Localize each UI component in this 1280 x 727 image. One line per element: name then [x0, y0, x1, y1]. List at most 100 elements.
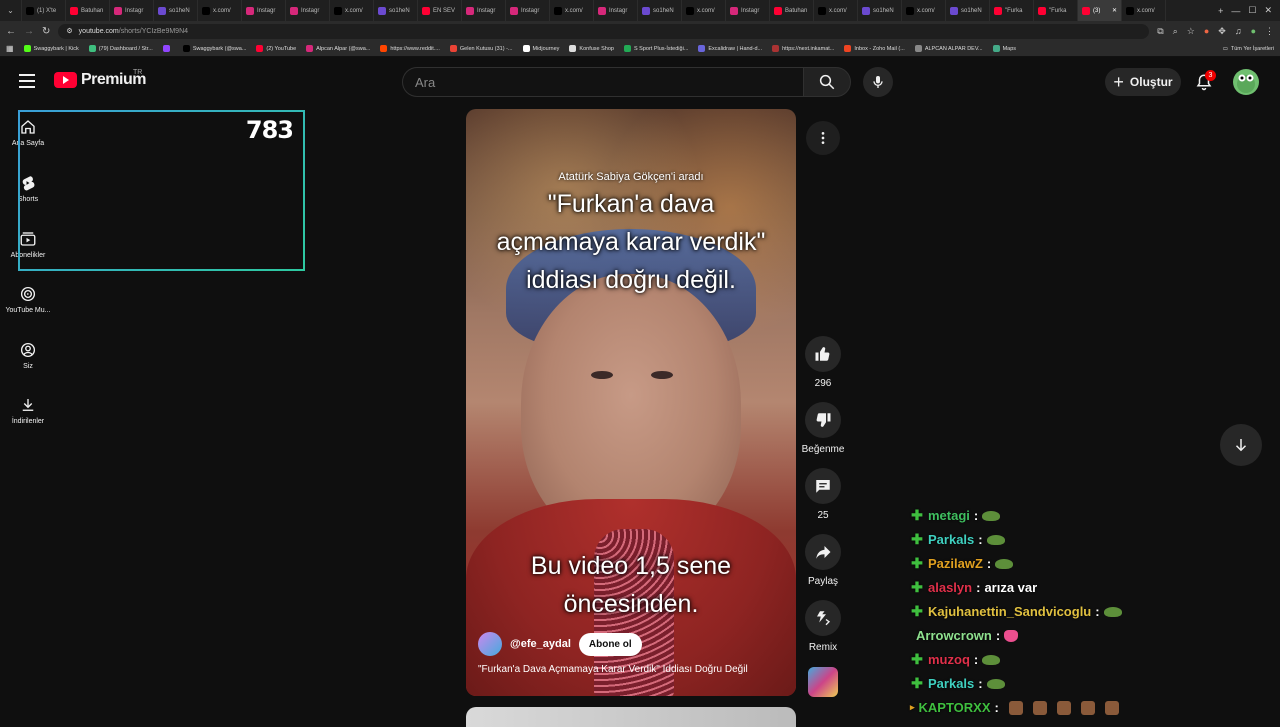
bookmark-item[interactable]: Maps: [992, 45, 1016, 52]
bookmark-item[interactable]: Gelen Kutusu (31) -...: [449, 45, 513, 52]
bookmark-item[interactable]: https://next.inkamat...: [772, 45, 834, 52]
sidebar-item-label: YouTube Mu...: [5, 307, 51, 314]
browser-tab[interactable]: Batuhan: [66, 0, 110, 21]
search-button[interactable]: [803, 67, 851, 97]
browser-tab[interactable]: x.com/: [198, 0, 242, 21]
all-bookmarks-button[interactable]: ▭ Tüm Yer İşaretleri: [1223, 46, 1274, 52]
star-icon[interactable]: ☆: [1187, 26, 1195, 37]
sidebar-item-downloads[interactable]: İndirilenler: [0, 396, 56, 425]
tab-search-button[interactable]: ⌄: [0, 0, 22, 21]
browser-tab[interactable]: Instagr: [462, 0, 506, 21]
account-avatar[interactable]: [1233, 69, 1259, 95]
browser-tab[interactable]: so1heN: [154, 0, 198, 21]
browser-tab[interactable]: so1heN: [374, 0, 418, 21]
remix-button[interactable]: [805, 600, 841, 636]
new-tab-icon[interactable]: +: [1218, 6, 1223, 16]
bookmark-item[interactable]: Alpcan Alpar (@swa...: [306, 45, 370, 52]
chat-username: muzoq: [928, 651, 970, 667]
puzzle-icon[interactable]: ✥: [1218, 26, 1226, 37]
region-code: TR: [133, 69, 143, 76]
close-tab-icon[interactable]: ✕: [1112, 7, 1117, 14]
bookmark-item[interactable]: (2) YouTube: [256, 45, 296, 52]
bookmark-item[interactable]: S Sport Plus-İstediği...: [623, 45, 688, 52]
browser-menu-icon[interactable]: ⋮: [1265, 26, 1274, 37]
channel-avatar[interactable]: [478, 632, 502, 656]
bookmark-item[interactable]: [162, 45, 173, 52]
tab-label: so1heN: [389, 7, 410, 14]
close-window-icon[interactable]: ✕: [1264, 5, 1272, 16]
more-actions-button[interactable]: [806, 121, 840, 155]
bookmark-item[interactable]: ALPCAN ALPAR DEV...: [914, 45, 983, 52]
browser-tab[interactable]: x.com/: [1122, 0, 1166, 21]
guide-menu-button[interactable]: [16, 70, 38, 92]
browser-tab[interactable]: x.com/: [902, 0, 946, 21]
share-button[interactable]: [805, 534, 841, 570]
youtube-premium-logo[interactable]: Premium TR: [54, 69, 146, 89]
chat-separator: :: [978, 675, 983, 691]
search-input[interactable]: Ara: [402, 67, 804, 97]
bookmark-item[interactable]: Inbox - Zoho Mail (...: [844, 45, 905, 52]
browser-tab[interactable]: Instagr: [286, 0, 330, 21]
like-button[interactable]: [805, 336, 841, 372]
zoom-icon[interactable]: ⌕: [1173, 26, 1178, 37]
browser-tab[interactable]: Batuhan: [770, 0, 814, 21]
voice-search-button[interactable]: [863, 67, 893, 97]
bookmark-item[interactable]: Swaggybark (@swa...: [182, 45, 246, 52]
audio-thumbnail[interactable]: [808, 667, 838, 697]
site-info-icon[interactable]: ⚙: [66, 27, 72, 35]
sidebar-item-you[interactable]: Siz: [0, 341, 56, 370]
reload-icon[interactable]: ↻: [42, 26, 50, 37]
chat-emote-frog-icon: [986, 535, 1005, 545]
browser-tab[interactable]: Instagr: [110, 0, 154, 21]
browser-tab[interactable]: x.com/: [814, 0, 858, 21]
browser-tab[interactable]: EN SEV: [418, 0, 462, 21]
notifications-button[interactable]: 3: [1190, 68, 1218, 96]
dislike-button[interactable]: [805, 402, 841, 438]
browser-tab[interactable]: x.com/: [682, 0, 726, 21]
browser-tab[interactable]: (3) ✕: [1078, 0, 1122, 21]
shorts-video-player[interactable]: Atatürk Sabiya Gökçen'i aradı "Furkan'a …: [466, 109, 796, 696]
video-title[interactable]: "Furkan'a Dava Açmamaya Karar Verdik" İd…: [478, 664, 788, 675]
apps-icon[interactable]: ▦: [6, 44, 14, 53]
extension-icon[interactable]: ●: [1204, 26, 1209, 37]
next-short-button[interactable]: [1220, 424, 1262, 466]
browser-tab[interactable]: (1) X'te: [22, 0, 66, 21]
comments-button[interactable]: [805, 468, 841, 504]
chat-separator: :: [995, 627, 1001, 643]
bookmark-item[interactable]: Midjourney: [522, 45, 559, 52]
forward-icon[interactable]: →: [24, 26, 34, 37]
bookmark-item[interactable]: https://www.reddit....: [380, 45, 440, 52]
browser-tab[interactable]: Instagr: [726, 0, 770, 21]
bookmark-item[interactable]: (79) Dashboard / Str...: [88, 45, 153, 52]
next-short-preview[interactable]: [466, 707, 796, 727]
sidebar-item-youtube-music[interactable]: YouTube Mu...: [0, 285, 56, 314]
youtube-play-icon: [54, 72, 77, 88]
maximize-icon[interactable]: ☐: [1248, 5, 1256, 16]
browser-tab[interactable]: so1heN: [638, 0, 682, 21]
browser-tab[interactable]: x.com/: [550, 0, 594, 21]
url-field[interactable]: ⚙ youtube.com/shorts/YCIzBe9M9N4: [58, 23, 1150, 39]
bookmark-item[interactable]: Excalidraw | Hand-d...: [698, 45, 762, 52]
bookmark-favicon-icon: [380, 45, 388, 52]
back-icon[interactable]: ←: [6, 26, 16, 37]
profile-icon[interactable]: ●: [1251, 26, 1256, 37]
browser-tab[interactable]: "Furka: [990, 0, 1034, 21]
install-icon[interactable]: ⧉: [1157, 26, 1163, 37]
browser-tab[interactable]: x.com/: [330, 0, 374, 21]
channel-name[interactable]: @efe_aydal: [510, 638, 571, 650]
browser-tab[interactable]: "Furka: [1034, 0, 1078, 21]
minimize-icon[interactable]: —: [1231, 6, 1240, 16]
subscribe-button[interactable]: Abone ol: [578, 632, 642, 656]
create-button[interactable]: + Oluştur: [1105, 68, 1181, 96]
tab-label: Instagr: [477, 7, 496, 14]
browser-tab[interactable]: Instagr: [594, 0, 638, 21]
browser-tab[interactable]: so1heN: [858, 0, 902, 21]
browser-tab[interactable]: so1heN: [946, 0, 990, 21]
browser-tab[interactable]: Instagr: [242, 0, 286, 21]
chat-emote-icon: [1056, 701, 1071, 715]
media-icon[interactable]: ♫: [1235, 26, 1242, 37]
tab-label: Instagr: [741, 7, 760, 14]
browser-tab[interactable]: Instagr: [506, 0, 550, 21]
bookmark-item[interactable]: Swaggybark | Kick: [23, 45, 79, 52]
bookmark-item[interactable]: Konfuse Shop: [569, 45, 614, 52]
